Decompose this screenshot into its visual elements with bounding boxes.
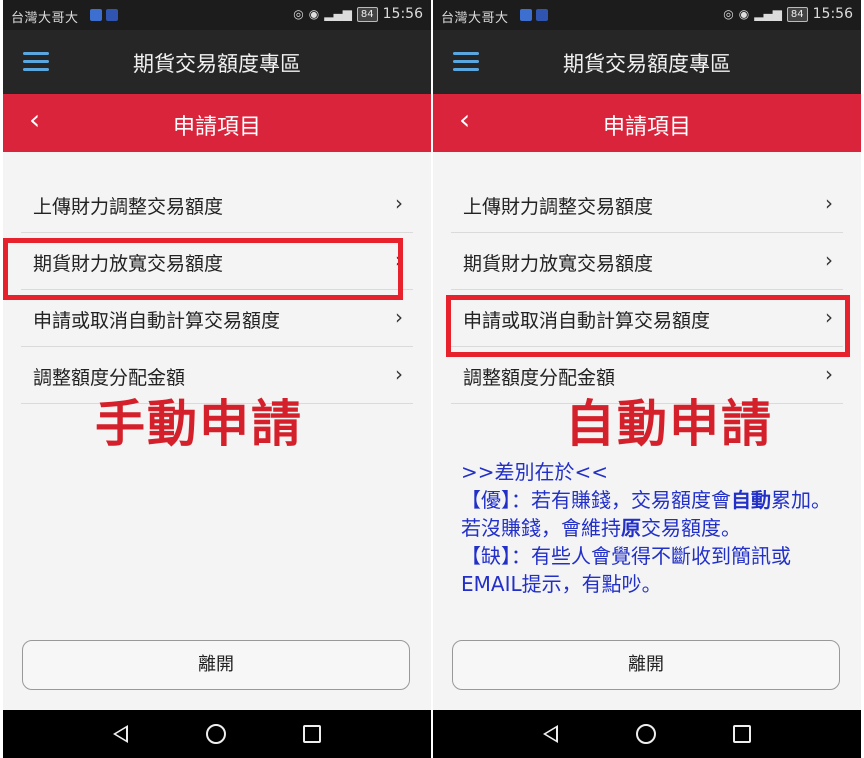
overlay-label-manual: 手動申請 [95,395,303,453]
app-title: 期貨交易額度專區 [133,52,301,76]
notification-icon [90,9,102,21]
note-heading: >>差別在於<< [461,460,609,484]
status-time: 15:56 [382,6,423,22]
sub-header: ‹ 申請項目 [3,94,431,152]
app-notification-icon [536,9,548,21]
leave-button[interactable]: 離開 [452,640,840,690]
battery-indicator: 84 [786,6,808,22]
status-bar: 台灣大哥大 ◎ ◉ ▂▄▆ 84 15:56 [3,0,431,30]
app-header: 期貨交易額度專區 [433,30,861,94]
notification-icon [520,9,532,21]
eye-icon: ◉ [308,7,320,21]
sub-header: ‹ 申請項目 [433,94,861,152]
app-notification-icon [106,9,118,21]
nav-back-icon[interactable] [543,725,558,743]
hotspot-icon: ◎ [293,7,304,21]
menu-item-futures-relax[interactable]: 期貨財力放寬交易額度 › [451,233,843,290]
nav-recent-apps-icon[interactable] [303,725,321,743]
app-title: 期貨交易額度專區 [563,52,731,76]
signal-icon: ▂▄▆ [754,7,782,21]
note-pro2-bold: 原 [621,516,641,540]
status-bar: 台灣大哥大 ◎ ◉ ▂▄▆ 84 15:56 [433,0,861,30]
nav-back-icon[interactable] [113,725,128,743]
menu-item-label: 申請或取消自動計算交易額度 [33,310,281,332]
page-title: 申請項目 [602,115,691,140]
status-time: 15:56 [812,6,853,22]
note-pro-text2: 累加。 [771,488,831,512]
status-indicators: ◎ ◉ ▂▄▆ 84 15:56 [293,6,423,22]
note-pro-text: 若有賺錢，交易額度會 [531,488,731,512]
note-pro-prefix: 【優】： [461,488,531,512]
application-menu: 上傳財力調整交易額度 › 期貨財力放寬交易額度 › 申請或取消自動計算交易額度 … [451,176,843,404]
menu-item-label: 上傳財力調整交易額度 [33,196,224,218]
chevron-right-icon: › [825,362,833,386]
highlight-box [446,295,850,357]
note-pro2-text2: 交易額度。 [641,516,741,540]
page-title: 申請項目 [172,115,261,140]
chevron-right-icon: › [395,305,403,329]
nav-recent-apps-icon[interactable] [733,725,751,743]
eye-icon: ◉ [738,7,750,21]
difference-note: >>差別在於<< 【優】：若有賺錢，交易額度會自動累加。 若沒賺錢，會維持原交易… [461,458,851,598]
note-con-prefix: 【缺】： [461,544,531,568]
signal-icon: ▂▄▆ [324,7,352,21]
menu-item-label: 期貨財力放寬交易額度 [463,253,654,275]
phone-screen-auto: 台灣大哥大 ◎ ◉ ▂▄▆ 84 15:56 期貨交易額度專區 ‹ 申請項目 上… [433,0,861,758]
highlight-box [3,238,403,300]
note-pro2-text: 若沒賺錢，會維持 [461,516,621,540]
note-pro-line: 【優】：若有賺錢，交易額度會自動累加。 [461,486,851,514]
carrier-name: 台灣大哥大 [11,11,79,26]
hotspot-icon: ◎ [723,7,734,21]
system-nav-bar [433,710,861,758]
battery-indicator: 84 [356,6,378,22]
note-pro2-line: 若沒賺錢，會維持原交易額度。 [461,514,851,542]
chevron-right-icon: › [395,362,403,386]
nav-home-icon[interactable] [206,724,226,744]
nav-home-icon[interactable] [636,724,656,744]
chevron-right-icon: › [825,191,833,215]
chevron-right-icon: › [825,248,833,272]
menu-item-upload-financial[interactable]: 上傳財力調整交易額度 › [21,176,413,233]
chevron-right-icon: › [395,191,403,215]
phone-screen-manual: 台灣大哥大 ◎ ◉ ▂▄▆ 84 15:56 期貨交易額度專區 ‹ 申請項目 上… [3,0,431,758]
carrier-name: 台灣大哥大 [441,11,509,26]
app-header: 期貨交易額度專區 [3,30,431,94]
leave-button[interactable]: 離開 [22,640,410,690]
status-indicators: ◎ ◉ ▂▄▆ 84 15:56 [723,6,853,22]
menu-item-upload-financial[interactable]: 上傳財力調整交易額度 › [451,176,843,233]
note-con-line: 【缺】：有些人會覺得不斷收到簡訊或EMAIL提示，有點吵。 [461,542,851,598]
system-nav-bar [3,710,431,758]
menu-item-label: 上傳財力調整交易額度 [463,196,654,218]
overlay-label-auto: 自動申請 [565,395,773,453]
note-pro-bold: 自動 [731,488,771,512]
